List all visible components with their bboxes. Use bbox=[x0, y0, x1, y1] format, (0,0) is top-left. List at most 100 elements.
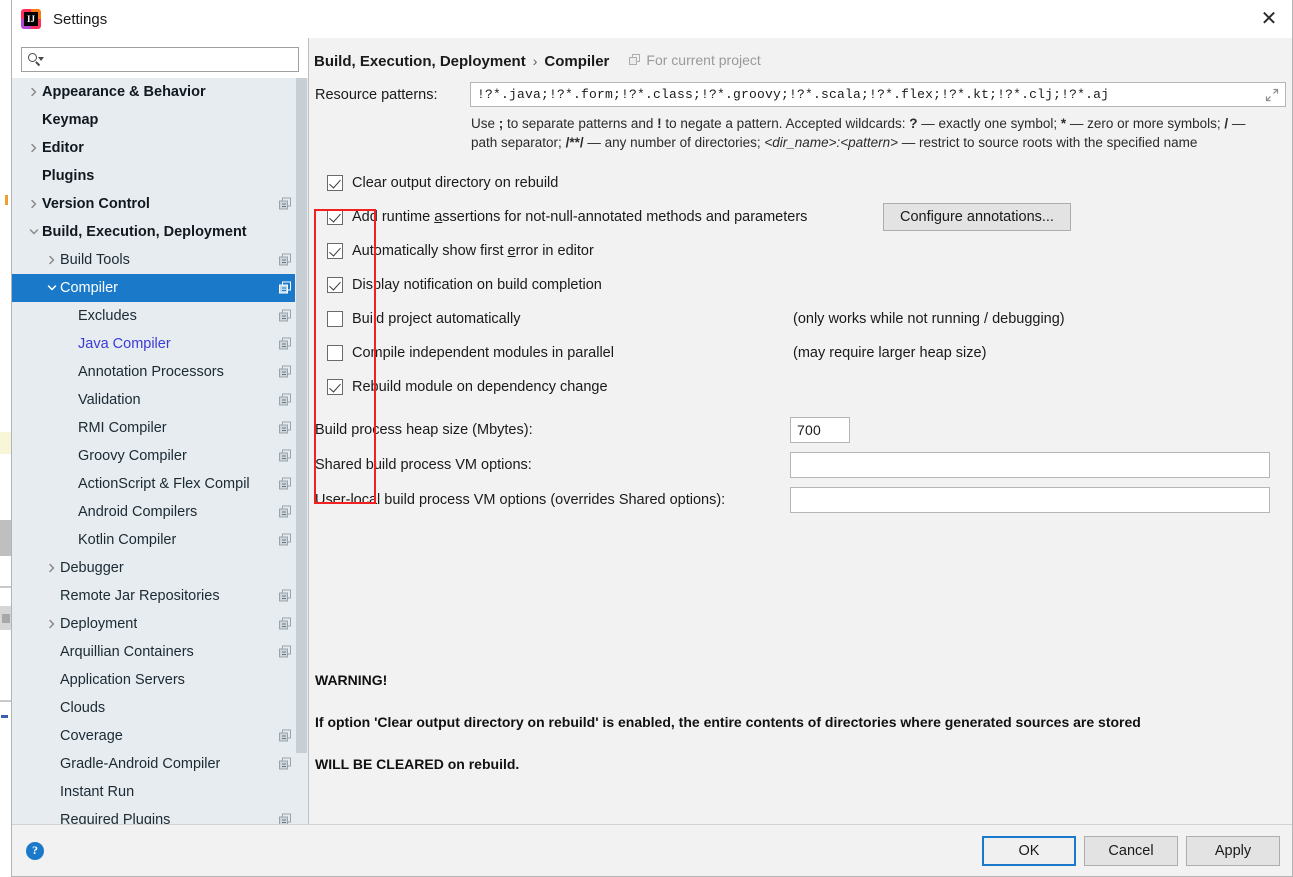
sidebar-item-label: Compiler bbox=[60, 280, 119, 296]
chevron-right-icon[interactable] bbox=[26, 199, 42, 209]
heap-size-input[interactable]: 700 bbox=[790, 416, 850, 443]
sidebar-item-excludes[interactable]: Excludes bbox=[12, 302, 308, 330]
checkbox-rebuild-module-on-dependency-change[interactable] bbox=[327, 379, 343, 395]
search-input[interactable] bbox=[43, 51, 293, 68]
sidebar-item-rmi-compiler[interactable]: RMI Compiler bbox=[12, 414, 308, 442]
sidebar-item-kotlin-compiler[interactable]: Kotlin Compiler bbox=[12, 526, 308, 554]
chevron-right-icon[interactable] bbox=[44, 255, 60, 265]
sidebar-item-clouds[interactable]: Clouds bbox=[12, 694, 308, 722]
sidebar-item-label: Instant Run bbox=[60, 784, 135, 800]
sidebar-item-editor[interactable]: Editor bbox=[12, 134, 308, 162]
window-title: Settings bbox=[53, 10, 108, 28]
checkbox-row[interactable]: Automatically show first error in editor bbox=[315, 234, 1292, 268]
checkbox-build-project-automatically[interactable] bbox=[327, 311, 343, 327]
help-icon[interactable]: ? bbox=[26, 841, 44, 860]
background-marker bbox=[0, 586, 11, 588]
sidebar-item-actionscript-flex-compil[interactable]: ActionScript & Flex Compil bbox=[12, 470, 308, 498]
compiler-settings-panel: Build, Execution, Deployment › Compiler … bbox=[309, 38, 1292, 824]
hint-t7: — any number of directories; bbox=[583, 135, 765, 150]
chevron-down-icon[interactable] bbox=[44, 283, 60, 293]
user-vm-options-label: User-local build process VM options (ove… bbox=[315, 491, 726, 508]
sidebar-item-gradle-android-compiler[interactable]: Gradle-Android Compiler bbox=[12, 750, 308, 778]
checkbox-row[interactable]: Build project automatically (only works w… bbox=[315, 302, 1292, 336]
chevron-right-icon[interactable] bbox=[26, 87, 42, 97]
sidebar-item-debugger[interactable]: Debugger bbox=[12, 554, 308, 582]
background-marker bbox=[0, 520, 11, 556]
copy-scope-icon bbox=[629, 54, 641, 66]
checkbox-label: Automatically show first error in editor bbox=[352, 243, 594, 259]
copy-settings-icon bbox=[279, 729, 292, 743]
sidebar-item-label: Clouds bbox=[60, 700, 106, 716]
checkbox-row[interactable]: Compile independent modules in parallel (… bbox=[315, 336, 1292, 370]
sidebar-item-plugins[interactable]: Plugins bbox=[12, 162, 308, 190]
hint-t2: to separate patterns and bbox=[503, 116, 658, 131]
sidebar-item-version-control[interactable]: Version Control bbox=[12, 190, 308, 218]
resource-patterns-input[interactable]: !?*.java;!?*.form;!?*.class;!?*.groovy;!… bbox=[470, 82, 1286, 107]
sidebar-item-application-servers[interactable]: Application Servers bbox=[12, 666, 308, 694]
sidebar-item-deployment[interactable]: Deployment bbox=[12, 610, 308, 638]
hint-t5: — zero or more symbols; bbox=[1066, 116, 1225, 131]
sidebar-item-label: Deployment bbox=[60, 616, 138, 632]
heap-size-label: Build process heap size (Mbytes): bbox=[315, 421, 533, 438]
hint-t1: Use bbox=[471, 116, 499, 131]
sidebar-item-validation[interactable]: Validation bbox=[12, 386, 308, 414]
apply-button[interactable]: Apply bbox=[1186, 835, 1280, 866]
sidebar-item-annotation-processors[interactable]: Annotation Processors bbox=[12, 358, 308, 386]
copy-settings-icon bbox=[279, 449, 292, 463]
background-marker bbox=[0, 432, 11, 454]
checkbox-compile-independent-modules-in-parallel[interactable] bbox=[327, 345, 343, 361]
chevron-right-icon[interactable] bbox=[26, 143, 42, 153]
copy-settings-icon bbox=[279, 281, 292, 295]
ok-button[interactable]: OK bbox=[982, 835, 1076, 866]
sidebar-item-remote-jar-repositories[interactable]: Remote Jar Repositories bbox=[12, 582, 308, 610]
sidebar-item-label: Appearance & Behavior bbox=[42, 84, 206, 100]
chevron-right-icon[interactable] bbox=[44, 563, 60, 573]
sidebar-scrollbar-thumb[interactable] bbox=[296, 78, 307, 753]
sidebar-item-label: Kotlin Compiler bbox=[78, 532, 177, 548]
sidebar-item-arquillian-containers[interactable]: Arquillian Containers bbox=[12, 638, 308, 666]
close-icon[interactable]: ✕ bbox=[1246, 0, 1292, 38]
chevron-right-icon[interactable] bbox=[44, 619, 60, 629]
sidebar-item-groovy-compiler[interactable]: Groovy Compiler bbox=[12, 442, 308, 470]
sidebar-item-label: Build Tools bbox=[60, 252, 130, 268]
checkbox-row[interactable]: Clear output directory on rebuild bbox=[315, 166, 1292, 200]
checkbox-row[interactable]: Rebuild module on dependency change bbox=[315, 370, 1292, 404]
background-marker bbox=[1, 715, 8, 718]
sidebar-item-coverage[interactable]: Coverage bbox=[12, 722, 308, 750]
sidebar-item-appearance-behavior[interactable]: Appearance & Behavior bbox=[12, 78, 308, 106]
sidebar-item-java-compiler[interactable]: Java Compiler bbox=[12, 330, 308, 358]
settings-dialog: IJ Settings ✕ Appearance & Behavior Keym… bbox=[11, 0, 1293, 877]
sidebar-item-required-plugins[interactable]: Required Plugins bbox=[12, 806, 308, 824]
chevron-down-icon[interactable] bbox=[26, 227, 42, 237]
scope-indicator: For current project bbox=[629, 52, 761, 68]
sidebar-item-keymap[interactable]: Keymap bbox=[12, 106, 308, 134]
checkbox-row[interactable]: Display notification on build completion bbox=[315, 268, 1292, 302]
sidebar-item-build-execution-deployment[interactable]: Build, Execution, Deployment bbox=[12, 218, 308, 246]
checkbox-clear-output-directory-on-rebuild[interactable] bbox=[327, 175, 343, 191]
intellij-idea-logo-icon: IJ bbox=[21, 9, 41, 29]
copy-settings-icon bbox=[279, 617, 292, 631]
search-box[interactable] bbox=[21, 47, 299, 72]
sidebar-item-android-compilers[interactable]: Android Compilers bbox=[12, 498, 308, 526]
checkbox-automatically-show-first-error-in-editor[interactable] bbox=[327, 243, 343, 259]
sidebar-item-compiler[interactable]: Compiler bbox=[12, 274, 308, 302]
settings-tree: Appearance & Behavior Keymap Editor Plugins… bbox=[12, 78, 308, 824]
resource-patterns-hint: Use ; to separate patterns and ! to nega… bbox=[471, 114, 1271, 152]
shared-vm-options-row: Shared build process VM options: bbox=[309, 447, 1292, 482]
copy-settings-icon bbox=[279, 421, 292, 435]
cancel-button[interactable]: Cancel bbox=[1084, 835, 1178, 866]
checkbox-add-runtime-assertions-for-not-null-annotated-methods-and-parameters[interactable] bbox=[327, 209, 343, 225]
configure-annotations-button[interactable]: Configure annotations... bbox=[883, 203, 1071, 231]
footer-actions: OK Cancel Apply bbox=[982, 835, 1280, 866]
heap-size-row: Build process heap size (Mbytes): 700 bbox=[309, 412, 1292, 447]
sidebar-item-label: Required Plugins bbox=[60, 812, 171, 824]
breadcrumb-parent[interactable]: Build, Execution, Deployment bbox=[314, 53, 526, 70]
shared-vm-options-input[interactable] bbox=[790, 451, 1270, 478]
sidebar-item-build-tools[interactable]: Build Tools bbox=[12, 246, 308, 274]
sidebar-scrollbar-track[interactable] bbox=[295, 78, 308, 824]
checkbox-display-notification-on-build-completion[interactable] bbox=[327, 277, 343, 293]
expand-diagonal-icon[interactable] bbox=[1265, 88, 1279, 102]
user-vm-options-input[interactable] bbox=[790, 486, 1270, 513]
sidebar-item-instant-run[interactable]: Instant Run bbox=[12, 778, 308, 806]
checkbox-row[interactable]: Add runtime assertions for not-null-anno… bbox=[315, 200, 1292, 234]
